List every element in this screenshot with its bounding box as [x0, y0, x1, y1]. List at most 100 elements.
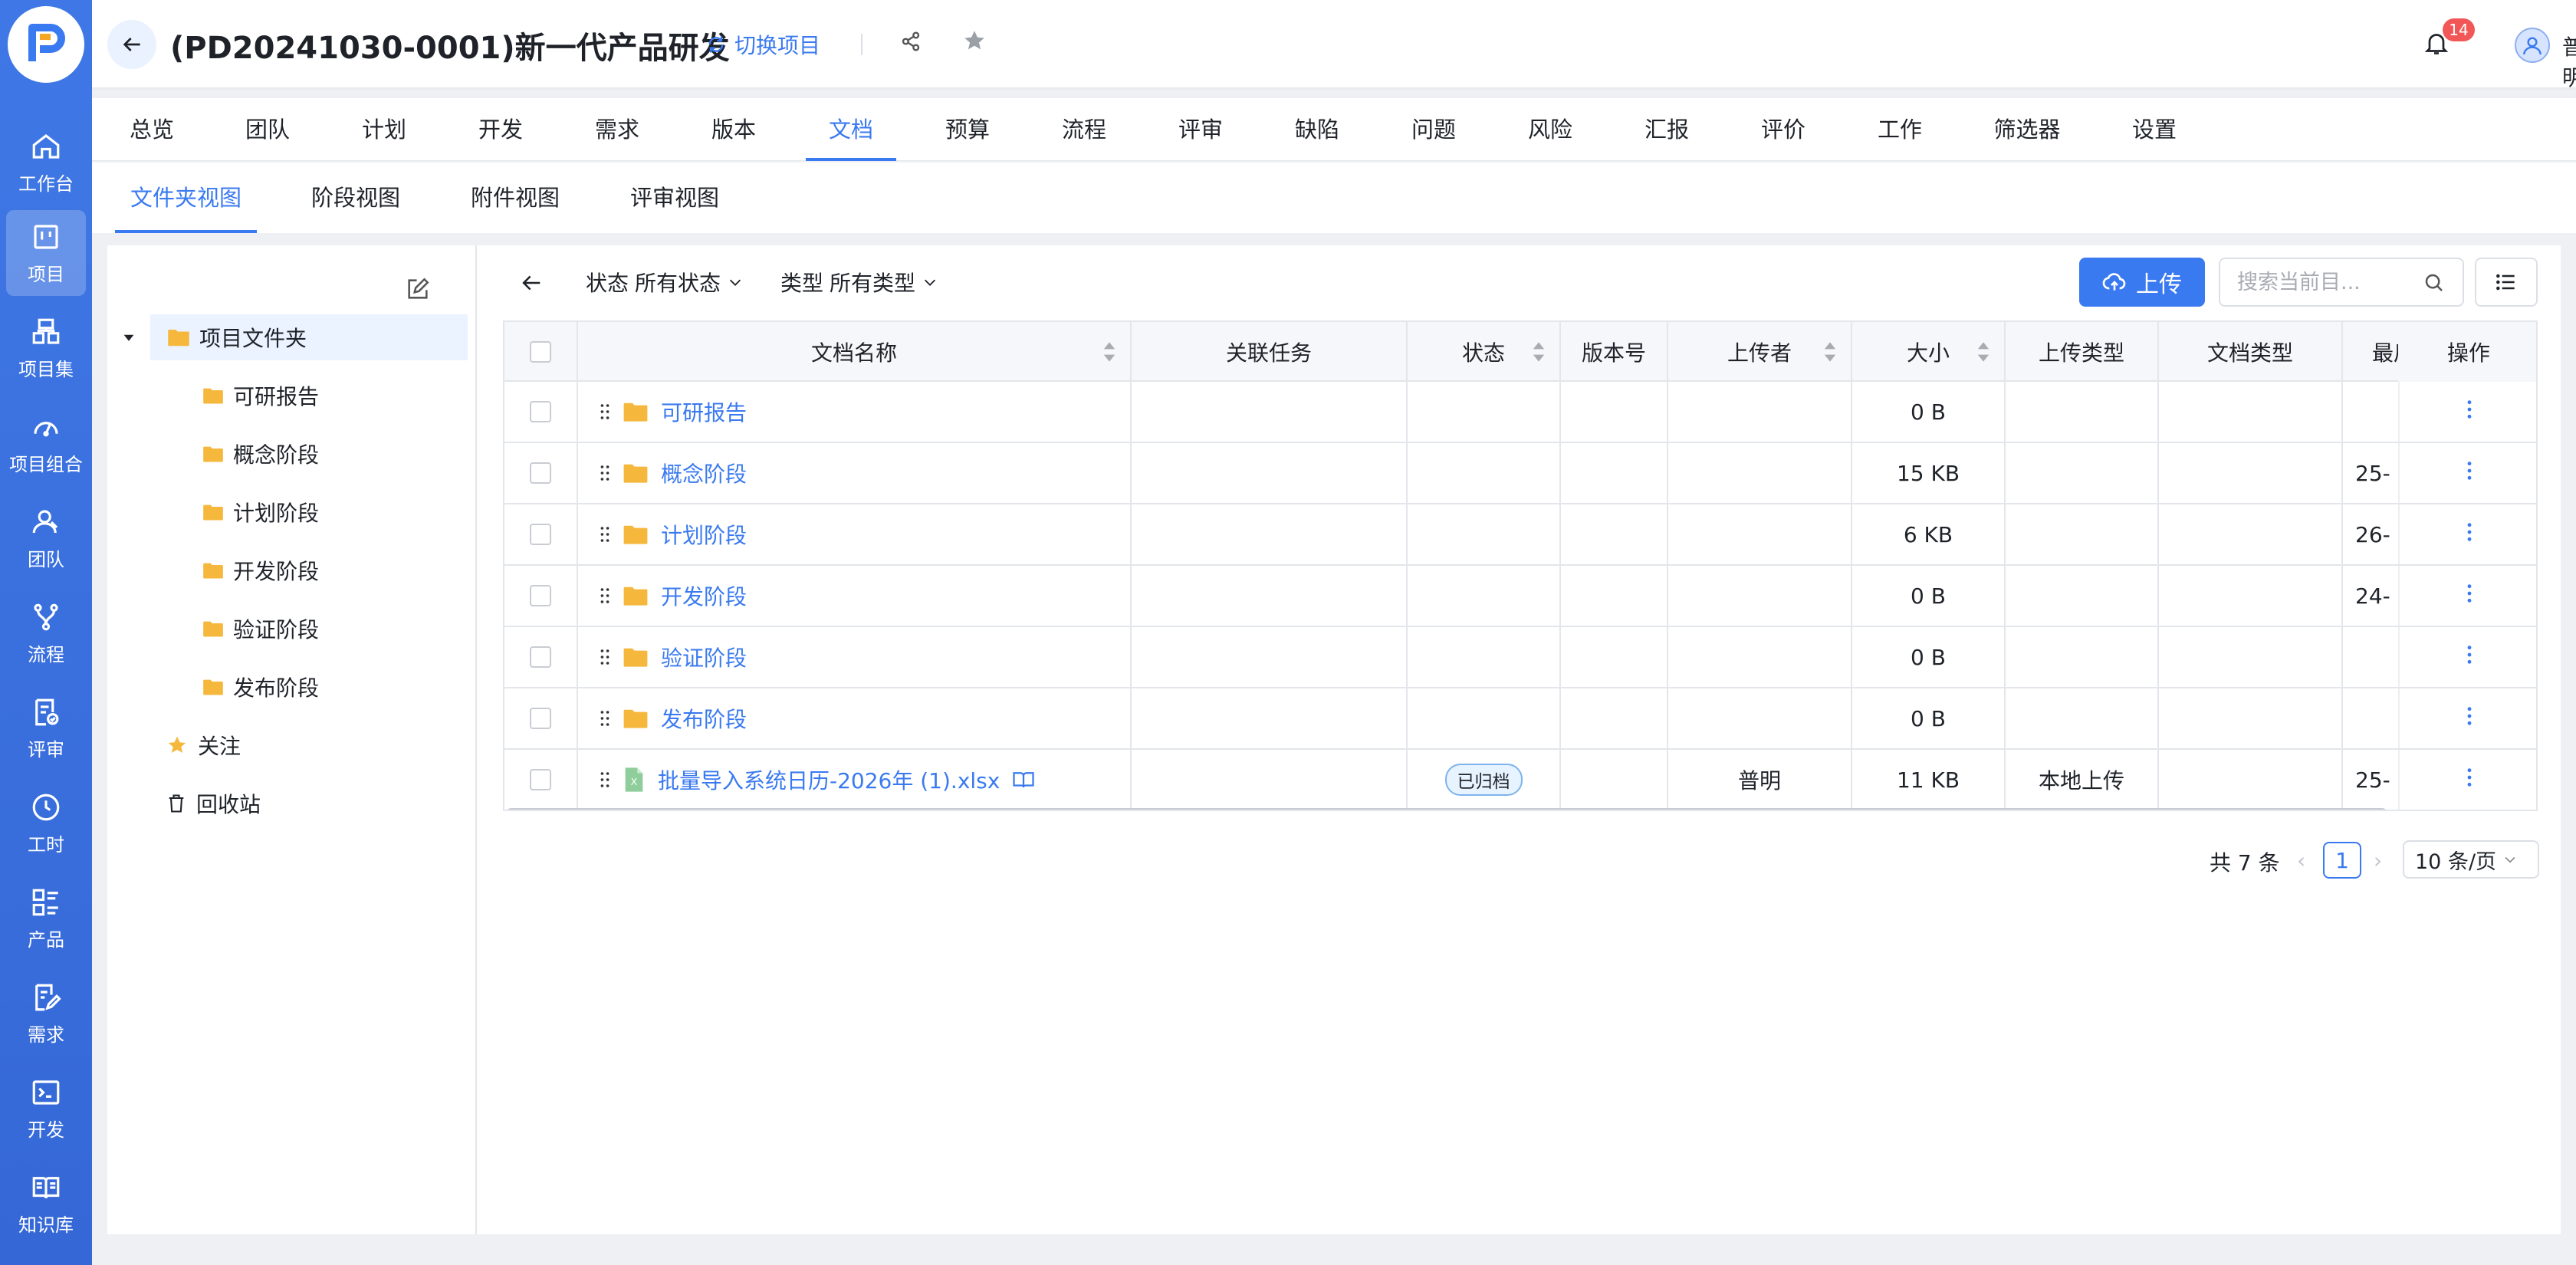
- rail-item-portfolio[interactable]: 项目组合: [6, 400, 86, 486]
- tab-review-view[interactable]: 评审视图: [630, 163, 719, 233]
- doc-name-link[interactable]: 可研报告: [661, 396, 747, 427]
- table-row[interactable]: 开发阶段 0 B 24-: [504, 566, 2536, 627]
- favorite-button[interactable]: [961, 28, 987, 59]
- drag-handle-icon[interactable]: [600, 770, 610, 789]
- tab-team[interactable]: 团队: [245, 98, 290, 161]
- table-row[interactable]: X 批量导入系统日历-2026年 (1).xlsx 已归档 普明 11 KB 本地上传 25…: [504, 750, 2536, 810]
- tree-node-release[interactable]: 发布阶段: [202, 664, 319, 710]
- rail-item-requirement[interactable]: 需求: [6, 971, 86, 1056]
- tab-risk[interactable]: 风险: [1528, 98, 1572, 161]
- drag-handle-icon[interactable]: [600, 402, 610, 421]
- rail-item-product[interactable]: 产品: [6, 876, 86, 961]
- tab-defect[interactable]: 缺陷: [1295, 98, 1339, 161]
- drag-handle-icon[interactable]: [600, 525, 610, 544]
- rail-item-knowledge[interactable]: 知识库: [6, 1161, 86, 1247]
- avatar[interactable]: [2515, 28, 2550, 63]
- tab-version[interactable]: 版本: [711, 98, 756, 161]
- row-more-button[interactable]: [2466, 399, 2472, 425]
- table-row[interactable]: 验证阶段 0 B: [504, 627, 2536, 688]
- pagination-page-button[interactable]: 1: [2323, 842, 2361, 879]
- pagination-prev-button[interactable]: ‹: [2297, 848, 2305, 873]
- preview-icon[interactable]: [1012, 770, 1035, 790]
- view-toggle-button[interactable]: [2475, 258, 2538, 307]
- tree-node-concept[interactable]: 概念阶段: [202, 431, 319, 477]
- tab-develop[interactable]: 开发: [478, 98, 523, 161]
- tab-work[interactable]: 工作: [1878, 98, 1922, 161]
- col-doc-name[interactable]: 文档名称: [578, 322, 1132, 382]
- rail-item-review[interactable]: 评审: [6, 685, 86, 771]
- table-row[interactable]: 可研报告 0 B: [504, 382, 2536, 443]
- row-more-button[interactable]: [2466, 645, 2472, 670]
- status-filter[interactable]: 状态 所有状态: [586, 267, 744, 297]
- tab-stage-view[interactable]: 阶段视图: [311, 163, 400, 233]
- tree-root-folder[interactable]: 项目文件夹: [150, 314, 468, 360]
- col-uploader[interactable]: 上传者: [1668, 322, 1852, 382]
- tree-node-plan[interactable]: 计划阶段: [202, 489, 319, 535]
- rail-item-project-set[interactable]: 项目集: [6, 305, 86, 391]
- rail-item-worktime[interactable]: 工时: [6, 780, 86, 866]
- drag-handle-icon[interactable]: [600, 464, 610, 482]
- tab-settings[interactable]: 设置: [2132, 98, 2177, 161]
- parent-folder-button[interactable]: [518, 270, 544, 301]
- tab-filter[interactable]: 筛选器: [1993, 98, 2060, 161]
- doc-name-link[interactable]: 批量导入系统日历-2026年 (1).xlsx: [658, 764, 1000, 795]
- tab-flow[interactable]: 流程: [1062, 98, 1106, 161]
- page-size-select[interactable]: 10 条/页: [2403, 840, 2539, 879]
- caret-down-icon[interactable]: [123, 331, 135, 343]
- doc-name-link[interactable]: 验证阶段: [661, 642, 747, 672]
- doc-name-link[interactable]: 开发阶段: [661, 580, 747, 611]
- doc-name-link[interactable]: 发布阶段: [661, 703, 747, 734]
- tab-review[interactable]: 评审: [1178, 98, 1223, 161]
- col-size[interactable]: 大小: [1852, 322, 2006, 382]
- tree-node-feasibility[interactable]: 可研报告: [202, 373, 319, 419]
- rail-item-team[interactable]: 团队: [6, 495, 86, 581]
- row-checkbox[interactable]: [530, 646, 551, 668]
- row-more-button[interactable]: [2466, 522, 2472, 547]
- table-row[interactable]: 计划阶段 6 KB 26-: [504, 504, 2536, 566]
- drag-handle-icon[interactable]: [600, 586, 610, 605]
- user-name[interactable]: 普明: [2562, 31, 2576, 92]
- rail-item-workbench[interactable]: 工作台: [6, 120, 86, 205]
- upload-button[interactable]: 上传: [2079, 258, 2205, 307]
- row-checkbox[interactable]: [530, 524, 551, 545]
- tree-node-follow[interactable]: 关注: [166, 722, 241, 768]
- tab-budget[interactable]: 预算: [945, 98, 990, 161]
- tab-documents[interactable]: 文档: [805, 98, 897, 161]
- tab-requirement[interactable]: 需求: [595, 98, 639, 161]
- rail-item-flow[interactable]: 流程: [6, 590, 86, 676]
- tab-report[interactable]: 汇报: [1644, 98, 1689, 161]
- rail-item-develop[interactable]: 开发: [6, 1066, 86, 1152]
- table-row[interactable]: 发布阶段 0 B: [504, 688, 2536, 750]
- row-checkbox[interactable]: [530, 769, 551, 790]
- row-more-button[interactable]: [2466, 767, 2472, 793]
- tab-plan[interactable]: 计划: [362, 98, 406, 161]
- app-logo[interactable]: [8, 6, 84, 83]
- tab-overview[interactable]: 总览: [130, 98, 174, 161]
- tree-node-develop[interactable]: 开发阶段: [202, 547, 319, 593]
- table-row[interactable]: 概念阶段 15 KB 25-: [504, 443, 2536, 504]
- horizontal-scrollbar[interactable]: [506, 808, 2387, 810]
- drag-handle-icon[interactable]: [600, 648, 610, 666]
- tab-evaluation[interactable]: 评价: [1761, 98, 1806, 161]
- row-checkbox[interactable]: [530, 708, 551, 729]
- doc-name-link[interactable]: 计划阶段: [661, 519, 747, 550]
- drag-handle-icon[interactable]: [600, 709, 610, 728]
- row-more-button[interactable]: [2466, 583, 2472, 609]
- tab-folder-view[interactable]: 文件夹视图: [114, 163, 258, 233]
- type-filter[interactable]: 类型 所有类型: [780, 267, 938, 297]
- back-button[interactable]: [107, 20, 156, 69]
- tree-node-recycle[interactable]: 回收站: [166, 780, 261, 826]
- row-checkbox[interactable]: [530, 462, 551, 484]
- pagination-next-button[interactable]: ›: [2374, 848, 2382, 873]
- row-more-button[interactable]: [2466, 461, 2472, 486]
- tab-attachment-view[interactable]: 附件视图: [471, 163, 560, 233]
- row-more-button[interactable]: [2466, 706, 2472, 731]
- share-button[interactable]: [899, 29, 923, 59]
- rail-item-project[interactable]: 项目: [6, 210, 86, 296]
- tree-node-verify[interactable]: 验证阶段: [202, 606, 319, 652]
- edit-tree-button[interactable]: [405, 276, 431, 307]
- row-checkbox[interactable]: [530, 585, 551, 606]
- search-icon[interactable]: [2423, 271, 2446, 294]
- col-status[interactable]: 状态: [1408, 322, 1561, 382]
- switch-project-button[interactable]: 切换项目: [705, 29, 820, 60]
